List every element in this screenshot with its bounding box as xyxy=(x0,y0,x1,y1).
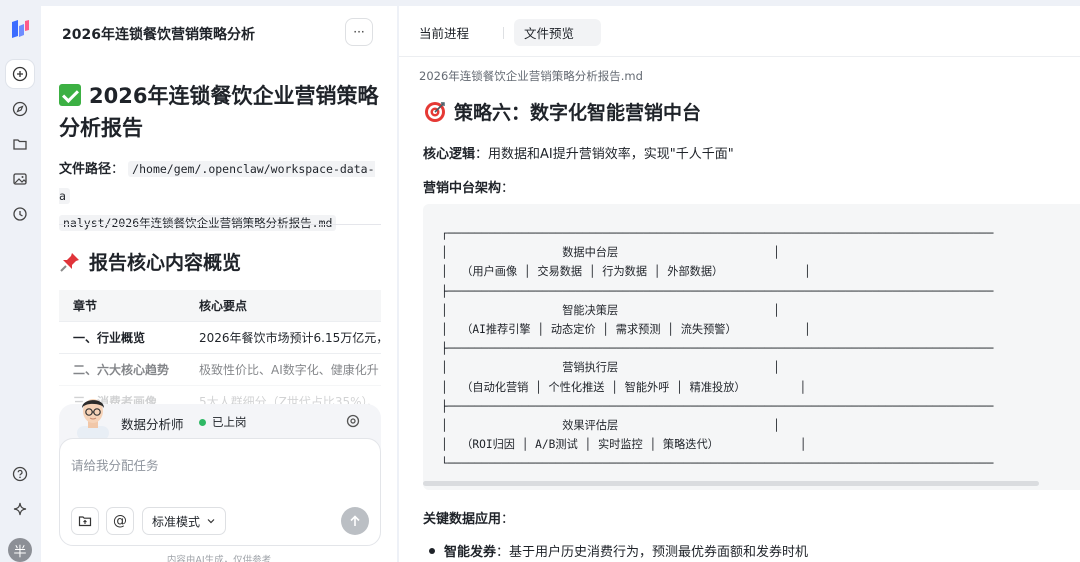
send-button[interactable] xyxy=(341,507,369,535)
chat-header: 2026年连锁餐饮营销策略分析 ··· xyxy=(41,6,397,60)
pushpin-icon xyxy=(60,252,79,272)
data-apps-label-line: 关键数据应用： xyxy=(423,512,515,527)
folder-upload-icon xyxy=(78,516,92,527)
mode-select[interactable]: 标准模式 xyxy=(142,507,226,535)
agent-input-card: 数据分析师 已上岗 请给我分配任务 @ 标准模式 xyxy=(59,399,381,546)
agent-status: 已上岗 xyxy=(199,414,247,430)
history-icon[interactable] xyxy=(6,200,34,228)
compass-icon[interactable] xyxy=(6,95,34,123)
file-path-code-cont: nalyst/2026年连锁餐饮企业营销策略分析报告.md xyxy=(59,215,337,231)
divider xyxy=(59,224,381,225)
arrow-up-icon xyxy=(350,515,360,526)
tab-file-preview[interactable]: 文件预览 xyxy=(514,19,601,46)
table-header-cell: 章节 xyxy=(73,299,98,313)
sparkle-icon[interactable] xyxy=(6,495,34,523)
table-header-row: 章节 核心要点 xyxy=(59,290,381,322)
agent-avatar xyxy=(77,399,109,440)
message-document: 2026年连锁餐饮企业营销策略分析报告 文件路径： /home/gem/.ope… xyxy=(59,80,381,237)
left-rail: 半 xyxy=(0,0,40,562)
overview-heading: 报告核心内容概览 xyxy=(59,248,241,275)
chevron-down-icon xyxy=(207,519,215,524)
chat-panel: 2026年连锁餐饮营销策略分析 ··· 2026年连锁餐饮企业营销策略分析报告 … xyxy=(41,6,397,562)
new-chat-icon[interactable] xyxy=(6,60,34,88)
list-item: 智能发券 ：基于用户历史消费行为，预测最优券面额和发券时机 xyxy=(429,541,808,560)
core-logic-line: 核心逻辑：用数据和AI提升营销效率，实现"千人千面" xyxy=(423,147,734,162)
task-input-box[interactable]: 请给我分配任务 @ 标准模式 xyxy=(59,438,381,546)
task-input-placeholder[interactable]: 请给我分配任务 xyxy=(71,455,159,474)
ai-disclaimer: 内容由AI生成，仅供参考 xyxy=(166,555,272,562)
help-icon[interactable] xyxy=(6,460,34,488)
table-row: 二、六大核心趋势 极致性价比、AI数字化、健康化升 xyxy=(59,354,381,386)
session-title: 2026年连锁餐饮营销策略分析 xyxy=(62,27,255,43)
preview-tabs: 当前进程 文件预览 xyxy=(399,6,1080,52)
tabs-divider xyxy=(399,56,1080,57)
upload-folder-button[interactable] xyxy=(71,507,99,535)
architecture-label-line: 营销中台架构： xyxy=(423,181,515,196)
table-cell: 极致性价比、AI数字化、健康化升 xyxy=(199,363,379,377)
bullet-dot-icon xyxy=(429,547,435,554)
agent-header: 数据分析师 已上岗 xyxy=(59,399,381,440)
table-cell: 一、行业概览 xyxy=(73,331,146,345)
preview-file-name: 2026年连锁餐饮企业营销策略分析报告.md xyxy=(419,69,643,83)
preview-panel: 当前进程 文件预览 2026年连锁餐饮企业营销策略分析报告.md 策略六：数字化… xyxy=(399,6,1080,562)
more-options-button[interactable]: ··· xyxy=(345,18,373,46)
code-horizontal-scrollbar[interactable] xyxy=(423,481,1039,486)
check-mark-icon xyxy=(59,84,81,106)
strategy-heading: 策略六：数字化智能营销中台 xyxy=(424,98,701,125)
architecture-diagram-text: ┌───────────────────────────────────────… xyxy=(441,227,994,471)
image-icon[interactable] xyxy=(6,165,34,193)
target-icon xyxy=(425,101,445,122)
tab-current-process[interactable]: 当前进程 xyxy=(409,19,479,46)
status-dot-icon xyxy=(199,418,206,426)
mention-button[interactable]: @ xyxy=(106,507,134,535)
architecture-code-block: ┌───────────────────────────────────────… xyxy=(423,204,1080,490)
report-title: 2026年连锁餐饮企业营销策略分析报告 xyxy=(59,84,379,140)
table-cell: 二、六大核心趋势 xyxy=(73,363,170,377)
folder-icon[interactable] xyxy=(6,130,34,158)
logo-icon[interactable] xyxy=(9,18,31,40)
table-cell: 2026年餐饮市场预计6.15万亿元， xyxy=(199,331,381,345)
table-header-cell: 核心要点 xyxy=(199,299,248,313)
agent-name: 数据分析师 xyxy=(121,417,184,432)
table-row: 一、行业概览 2026年餐饮市场预计6.15万亿元， xyxy=(59,322,381,354)
tab-separator xyxy=(503,27,504,39)
agent-settings-icon[interactable] xyxy=(345,413,361,429)
user-avatar[interactable]: 半 xyxy=(8,538,32,562)
